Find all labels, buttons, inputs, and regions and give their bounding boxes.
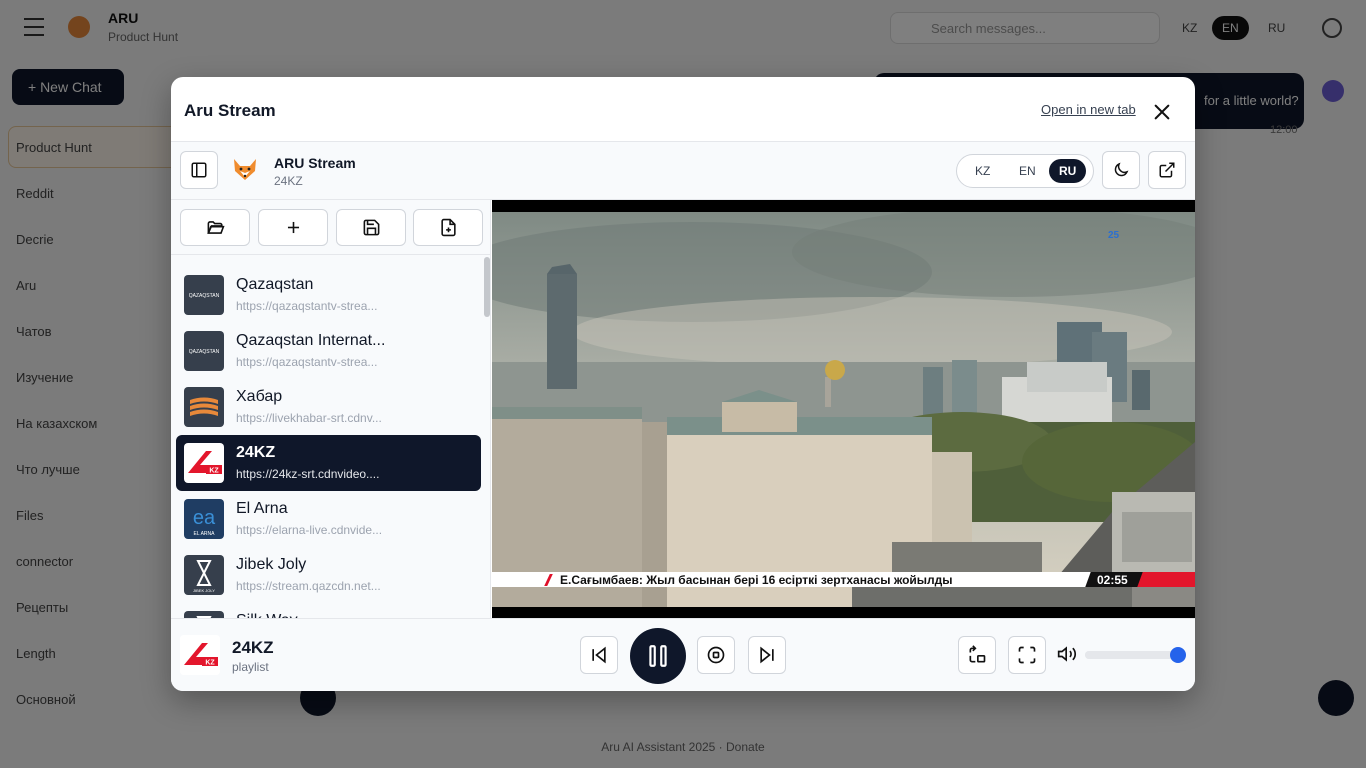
channel-name: El Arna	[236, 500, 288, 517]
player-controls: KZ 24KZ playlist	[171, 618, 1195, 691]
switch-icon	[969, 645, 986, 663]
lang-ru-button[interactable]: RU	[1049, 159, 1087, 183]
fox-logo-icon	[231, 155, 259, 183]
svg-text:KZ: KZ	[209, 468, 219, 475]
channel-logo-icon: QAZAQSTAN	[184, 331, 224, 371]
channel-list-scrollbar[interactable]	[484, 255, 490, 618]
svg-text:JIBEK JOLY: JIBEK JOLY	[193, 588, 215, 593]
plus-icon	[287, 221, 299, 234]
channel-logo-icon: KZ	[184, 443, 224, 483]
new-file-button[interactable]	[413, 209, 483, 246]
video-frame	[492, 212, 1195, 607]
current-channel-label: 24KZ	[274, 174, 303, 188]
sidebar-icon	[191, 162, 207, 178]
channel-name: 24KZ	[236, 444, 276, 461]
stop-circle-icon	[707, 646, 725, 664]
skip-forward-icon	[760, 646, 774, 664]
language-switcher: KZ EN RU	[956, 154, 1094, 188]
now-playing-subtitle: playlist	[232, 660, 269, 674]
external-link-icon	[1159, 162, 1175, 178]
channel-url: https://24kz-srt.cdnvideo....	[236, 467, 380, 481]
volume-fill	[1085, 651, 1178, 659]
channel-logo-icon: ea EL ARNA	[184, 499, 224, 539]
previous-button[interactable]	[580, 636, 618, 674]
toggle-sidebar-button[interactable]	[180, 151, 218, 189]
playlist-toolbar	[171, 200, 491, 255]
lang-en-button[interactable]: EN	[1009, 159, 1046, 183]
scroll-thumb[interactable]	[484, 257, 490, 317]
channel-logo-icon	[184, 387, 224, 427]
stop-button[interactable]	[697, 636, 735, 674]
app-name: ARU Stream	[274, 155, 356, 171]
skip-back-icon	[592, 646, 606, 664]
stream-modal: Aru Stream Open in new tab ARU Stream 24…	[171, 77, 1195, 691]
video-player[interactable]: 25 Е.Сағымбаев: Жыл басынан бері 16 есір…	[492, 200, 1195, 618]
channel-item[interactable]: ea EL ARNA El Arna https://elarna-live.cdnv…	[176, 491, 481, 547]
pause-icon	[649, 645, 667, 667]
picture-in-picture-button[interactable]	[958, 636, 996, 674]
modal-header: Aru Stream Open in new tab	[171, 77, 1195, 142]
channel-item[interactable]: JIBEK JOLYSilk Way	[176, 603, 481, 618]
open-new-tab-link[interactable]: Open in new tab	[1041, 102, 1136, 117]
folder-open-icon	[206, 221, 225, 234]
svg-text:QAZAQSTAN: QAZAQSTAN	[189, 349, 220, 355]
channel-logo-icon: QAZAQSTAN	[184, 275, 224, 315]
channel-sidebar: JIBEK JOLYSilk WayJIBEK JOLYJibek Jolyht…	[171, 200, 491, 618]
channel-list: JIBEK JOLYSilk WayJIBEK JOLYJibek Jolyht…	[171, 255, 491, 618]
channel-name: Qazaqstan Internat...	[236, 332, 386, 349]
channel-url: https://qazaqstantv-strea...	[236, 299, 378, 313]
channel-logo-icon: JIBEK JOLY	[184, 611, 224, 618]
close-icon[interactable]	[1149, 99, 1175, 125]
pause-button[interactable]	[630, 628, 686, 684]
file-plus-icon	[440, 218, 456, 237]
channel-url: https://elarna-live.cdnvide...	[236, 523, 383, 537]
svg-text:KZ: KZ	[205, 660, 215, 667]
channel-name: Хабар	[236, 388, 283, 405]
channel-watermark: 25	[1108, 230, 1120, 241]
channel-url: https://livekhabar-srt.cdnv...	[236, 411, 382, 425]
now-playing-title: 24KZ	[232, 638, 274, 657]
open-playlist-button[interactable]	[180, 209, 250, 246]
modal-title: Aru Stream	[184, 101, 276, 120]
stream-app-bar: ARU Stream 24KZ KZ EN RU	[171, 142, 1195, 200]
channel-logo-icon: JIBEK JOLY	[184, 555, 224, 595]
next-button[interactable]	[748, 636, 786, 674]
fullscreen-button[interactable]	[1008, 636, 1046, 674]
save-icon	[363, 219, 379, 236]
moon-icon	[1114, 162, 1129, 177]
channel-name: Jibek Joly	[236, 556, 307, 573]
save-playlist-button[interactable]	[336, 209, 406, 246]
channel-item[interactable]: QAZAQSTAN Qazaqstan Internat... https://qa…	[176, 323, 481, 379]
maximize-icon	[1018, 646, 1036, 664]
now-playing-logo: KZ	[180, 635, 220, 675]
volume-slider[interactable]	[1085, 647, 1186, 663]
volume-thumb[interactable]	[1170, 647, 1186, 663]
channel-item[interactable]: JIBEK JOLY Jibek Joly https://stream.qazcd…	[176, 547, 481, 603]
svg-text:EL ARNA: EL ARNA	[194, 531, 216, 537]
channel-url: https://qazaqstantv-strea...	[236, 355, 378, 369]
channel-url: https://stream.qazcdn.net...	[236, 579, 381, 593]
channel-item[interactable]: QAZAQSTAN Qazaqstan https://qazaqstantv-st…	[176, 267, 481, 323]
add-channel-button[interactable]	[258, 209, 328, 246]
svg-text:QAZAQSTAN: QAZAQSTAN	[189, 293, 220, 299]
external-link-button[interactable]	[1148, 151, 1186, 189]
channel-item[interactable]: Хабар https://livekhabar-srt.cdnv...	[176, 379, 481, 435]
channel-name: Qazaqstan	[236, 276, 314, 293]
svg-text:ea: ea	[193, 507, 216, 529]
volume-icon[interactable]	[1057, 644, 1077, 664]
news-ticker-text: Е.Сағымбаев: Жыл басынан бері 16 есірткі…	[560, 573, 953, 587]
lang-kz-button[interactable]: KZ	[965, 159, 1000, 183]
channel-item[interactable]: KZ 24KZ https://24kz-srt.cdnvideo....	[176, 435, 481, 491]
theme-toggle-button[interactable]	[1102, 151, 1140, 189]
ticker-time: 02:55	[1097, 573, 1128, 587]
